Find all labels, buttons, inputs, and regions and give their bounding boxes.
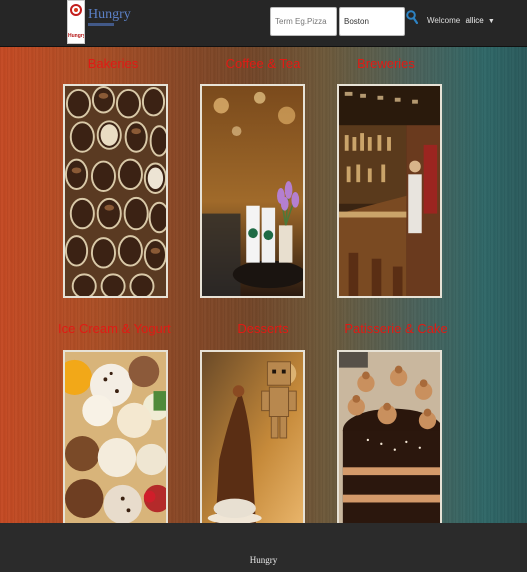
welcome-label: Welcome (427, 16, 461, 25)
brand-tagline (88, 23, 114, 26)
chevron-down-icon: ▼ (487, 18, 495, 25)
logo-mark-icon (70, 4, 82, 16)
category-title-patisserie-cake[interactable]: Patisserie & Cake (333, 321, 459, 336)
category-title-breweries[interactable]: Breweries (333, 56, 439, 71)
username: allice (465, 16, 484, 25)
footer-brand: Hungry (249, 555, 278, 565)
footer: Hungry (0, 523, 527, 572)
logo[interactable]: Hungry (67, 0, 85, 44)
welcome-menu[interactable]: Welcome allice ▼ (427, 16, 495, 25)
category-title-ice-cream-yogurt[interactable]: Ice Cream & Yogurt (58, 321, 171, 336)
category-title-bakeries[interactable]: Bakeries (60, 56, 166, 71)
search-icon[interactable] (406, 10, 418, 24)
category-image-coffee-tea[interactable] (200, 84, 305, 298)
navbar: Hungry Hungry Welcome allice ▼ (0, 0, 527, 47)
search-location-input[interactable] (339, 7, 405, 36)
brand-link[interactable]: Hungry (88, 7, 131, 23)
category-image-desserts[interactable] (200, 350, 305, 523)
category-title-desserts[interactable]: Desserts (210, 321, 316, 336)
logo-text: Hungry (68, 33, 85, 39)
category-image-patisserie-cake[interactable] (337, 350, 442, 523)
category-image-ice-cream-yogurt[interactable] (63, 350, 168, 523)
category-title-coffee-tea[interactable]: Coffee & Tea (210, 56, 316, 71)
category-grid: Bakeries Coffee & Tea Breweries Ice Crea… (0, 47, 527, 523)
category-image-bakeries[interactable] (63, 84, 168, 298)
search-term-input[interactable] (270, 7, 337, 36)
category-image-breweries[interactable] (337, 84, 442, 298)
